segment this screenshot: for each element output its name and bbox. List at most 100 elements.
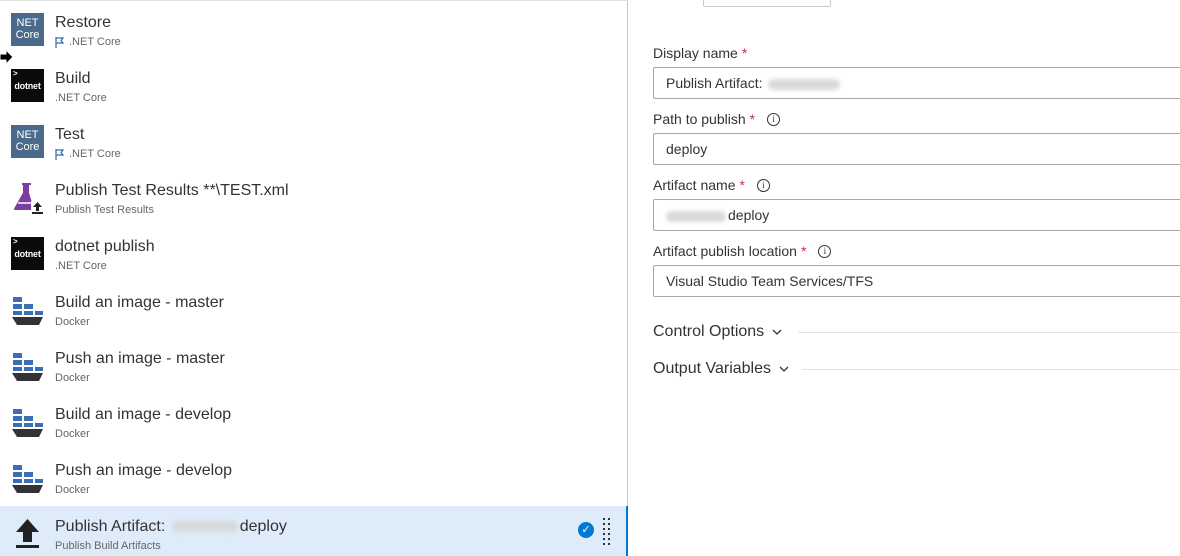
task-title: Build an image - master: [55, 294, 224, 311]
redacted-text: [171, 521, 238, 533]
section-title: Control Options: [653, 323, 765, 340]
task-build[interactable]: dotnet Build .NET Core: [0, 57, 627, 113]
select-value: Visual Studio Team Services/TFS: [666, 273, 874, 289]
task-subtitle-text: Publish Test Results: [55, 204, 154, 216]
task-test[interactable]: NET Core Test .NET Core: [0, 113, 627, 169]
output-variables-section[interactable]: Output Variables: [653, 358, 789, 380]
task-subtitle-text: Publish Build Artifacts: [55, 540, 161, 552]
display-name-label: Display name *: [653, 45, 747, 61]
task-title: dotnet publish: [55, 238, 155, 255]
task-build-image-master[interactable]: Build an image - master Docker: [0, 281, 627, 337]
task-title: Push an image - develop: [55, 462, 232, 479]
required-marker: *: [800, 243, 807, 259]
task-subtitle-text: Docker: [55, 428, 90, 440]
task-title: Push an image - master: [55, 350, 225, 367]
task-subtitle-text: .NET Core: [69, 148, 121, 160]
task-publish-test-results[interactable]: Publish Test Results **\TEST.xml Publish…: [0, 169, 627, 225]
move-cursor-icon: [0, 50, 14, 64]
label-text: Artifact publish location: [653, 243, 797, 259]
artifact-publish-location-label: Artifact publish location * i: [653, 243, 832, 259]
icon-text: NET: [16, 129, 39, 141]
label-text: Path to publish: [653, 111, 746, 127]
section-title: Output Variables: [653, 360, 771, 377]
required-marker: *: [739, 177, 745, 193]
task-push-image-master[interactable]: Push an image - master Docker: [0, 337, 627, 393]
task-subtitle-text: Docker: [55, 316, 90, 328]
task-title: Publish Artifact: deploy: [55, 517, 287, 537]
task-subtitle: Publish Test Results: [55, 203, 289, 217]
artifact-name-label: Artifact name * i: [653, 177, 770, 193]
icon-text: dotnet: [14, 80, 41, 91]
label-text: Display name: [653, 45, 738, 61]
info-icon[interactable]: i: [818, 244, 832, 258]
info-icon[interactable]: i: [756, 178, 770, 192]
display-name-input[interactable]: Publish Artifact:: [653, 67, 1180, 99]
checkmark-icon[interactable]: ✓: [578, 522, 594, 538]
flag-icon: [55, 148, 65, 160]
task-subtitle-text: .NET Core: [55, 260, 107, 272]
redacted-text: [666, 210, 726, 222]
info-icon[interactable]: i: [767, 112, 781, 126]
required-marker: *: [749, 111, 756, 127]
task-subtitle: Docker: [55, 427, 231, 441]
task-subtitle: .NET Core: [55, 147, 121, 161]
task-title: Test: [55, 126, 85, 143]
label-text: Artifact name: [653, 177, 736, 193]
version-select[interactable]: [703, 0, 831, 7]
control-options-section[interactable]: Control Options: [653, 321, 782, 343]
artifact-publish-location-select[interactable]: Visual Studio Team Services/TFS: [653, 265, 1180, 297]
net-core-icon: NET Core: [11, 13, 44, 46]
input-value: deploy: [728, 207, 770, 223]
path-to-publish-input[interactable]: deploy: [653, 133, 1180, 165]
icon-text: Core: [15, 29, 40, 41]
task-title: Build an image - develop: [55, 406, 232, 423]
upload-arrow-icon: [16, 519, 39, 548]
task-subtitle-text: Docker: [55, 484, 90, 496]
task-publish-artifact[interactable]: Publish Artifact: deploy Publish Build A…: [0, 506, 628, 556]
task-subtitle: .NET Core: [55, 91, 107, 105]
task-subtitle: Docker: [55, 371, 225, 385]
docker-icon: [12, 409, 43, 437]
task-title: Publish Test Results **\TEST.xml: [55, 182, 289, 199]
task-subtitle: .NET Core: [55, 35, 121, 49]
section-divider: [802, 369, 1180, 370]
icon-text: Core: [15, 141, 40, 153]
docker-icon: [12, 353, 43, 381]
docker-icon: [12, 297, 43, 325]
drag-handle-icon[interactable]: [603, 518, 613, 550]
task-list: NET Core Restore .NET Core dotnet Build …: [0, 0, 628, 556]
task-subtitle: .NET Core: [55, 259, 155, 273]
flask-upload-icon: [14, 183, 44, 214]
chevron-down-icon: [772, 329, 782, 335]
task-title-suffix: deploy: [239, 518, 287, 535]
icon-text: NET: [16, 17, 39, 29]
task-properties-panel: Display name * Publish Artifact: Path to …: [628, 0, 1180, 556]
task-build-image-develop[interactable]: Build an image - develop Docker: [0, 393, 627, 449]
task-title: Build: [55, 70, 91, 87]
icon-text: dotnet: [14, 248, 41, 259]
input-value: deploy: [666, 141, 708, 157]
net-core-icon: NET Core: [11, 125, 44, 158]
path-to-publish-label: Path to publish * i: [653, 111, 781, 127]
task-push-image-develop[interactable]: Push an image - develop Docker: [0, 449, 627, 505]
input-value: Publish Artifact:: [666, 75, 763, 91]
task-title-prefix: Publish Artifact:: [55, 518, 170, 535]
task-subtitle-text: .NET Core: [55, 92, 107, 104]
task-subtitle: Publish Build Artifacts: [55, 539, 287, 553]
task-subtitle-text: Docker: [55, 372, 90, 384]
dotnet-icon: dotnet: [11, 69, 44, 102]
redacted-text: [768, 78, 841, 90]
task-subtitle-text: .NET Core: [69, 36, 121, 48]
task-title: Restore: [55, 14, 112, 31]
flag-icon: [55, 36, 65, 48]
required-marker: *: [741, 45, 748, 61]
task-dotnet-publish[interactable]: dotnet dotnet publish .NET Core: [0, 225, 627, 281]
dotnet-icon: dotnet: [11, 237, 44, 270]
task-restore[interactable]: NET Core Restore .NET Core: [0, 1, 627, 57]
task-subtitle: Docker: [55, 315, 224, 329]
artifact-name-input[interactable]: deploy: [653, 199, 1180, 231]
docker-icon: [12, 465, 43, 493]
chevron-down-icon: [779, 366, 789, 372]
task-subtitle: Docker: [55, 483, 232, 497]
section-divider: [798, 332, 1180, 333]
